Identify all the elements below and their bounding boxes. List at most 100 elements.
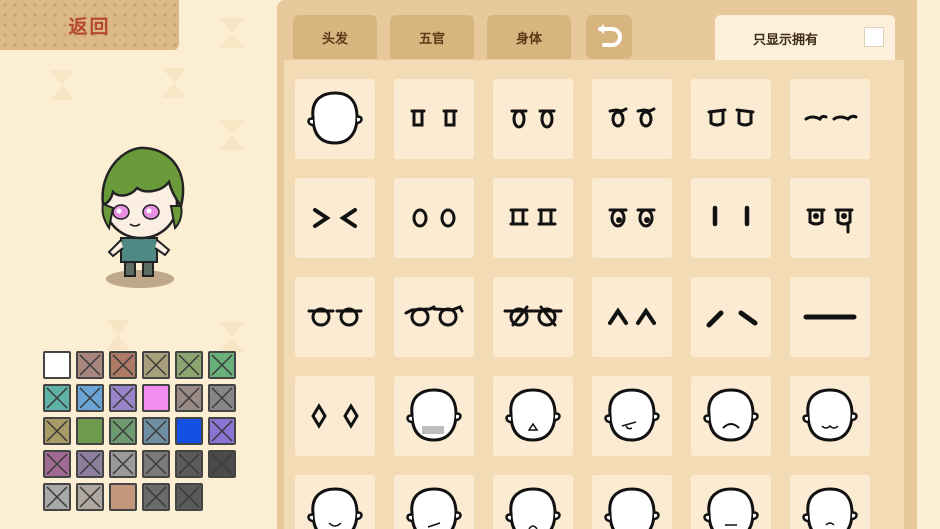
color-swatch[interactable]	[76, 384, 104, 412]
color-swatch[interactable]	[175, 417, 203, 445]
tab-facial-features[interactable]: 五官	[390, 15, 474, 59]
locked-cross-icon	[79, 486, 101, 508]
item-cell-face-cat-mouth[interactable]	[790, 376, 870, 456]
item-cell-eyes-shine[interactable]	[592, 178, 672, 258]
item-cell-eyes-angry[interactable]	[691, 277, 771, 357]
locked-cross-icon	[178, 387, 200, 409]
owned-only-checkbox[interactable]	[864, 27, 884, 47]
tab-hair[interactable]: 头发	[293, 15, 377, 59]
owned-only-filter: 只显示拥有	[715, 15, 895, 60]
color-swatch[interactable]	[76, 450, 104, 478]
item-cell-face-mouth-small[interactable]	[493, 376, 573, 456]
color-swatch[interactable]	[175, 384, 203, 412]
color-swatch[interactable]	[208, 384, 236, 412]
locked-cross-icon	[211, 453, 233, 475]
color-swatch[interactable]	[109, 351, 137, 379]
color-swatch[interactable]	[142, 384, 170, 412]
locked-cross-icon	[46, 453, 68, 475]
face-row5-3-icon	[505, 487, 561, 529]
face-bandage-icon	[406, 388, 462, 442]
item-cell-eyes-diamond[interactable]	[295, 376, 375, 456]
color-swatch[interactable]	[76, 351, 104, 379]
item-cell-face-row5-2[interactable]	[394, 475, 474, 529]
locked-cross-icon	[46, 420, 68, 442]
item-cell-eyes-round[interactable]	[493, 79, 573, 159]
locked-cross-icon	[79, 453, 101, 475]
color-swatch[interactable]	[208, 450, 236, 478]
locked-cross-icon	[178, 453, 200, 475]
hourglass-decoration-icon	[220, 322, 244, 352]
item-cell-eyes-tear[interactable]	[790, 178, 870, 258]
locked-cross-icon	[112, 354, 134, 376]
item-cell-eyes-wide-lashes[interactable]	[394, 277, 474, 357]
color-swatch[interactable]	[43, 417, 71, 445]
item-cell-eyes-wide[interactable]	[295, 277, 375, 357]
item-cell-face-bandage[interactable]	[394, 376, 474, 456]
color-swatch[interactable]	[142, 483, 170, 511]
eyes-sleepy-icon	[804, 114, 858, 122]
locked-cross-icon	[145, 486, 167, 508]
face-row5-4-icon	[604, 487, 660, 529]
item-cell-eyes-square[interactable]	[493, 178, 573, 258]
item-cell-face-row5-5[interactable]	[691, 475, 771, 529]
item-cell-eyes-lashes[interactable]	[592, 79, 672, 159]
locked-cross-icon	[112, 453, 134, 475]
locked-cross-icon	[145, 420, 167, 442]
item-cell-eyes-squint[interactable]	[295, 178, 375, 258]
item-cell-eyes-tall[interactable]	[394, 79, 474, 159]
color-swatch[interactable]	[208, 417, 236, 445]
undo-button[interactable]	[586, 15, 632, 59]
color-swatch[interactable]	[109, 384, 137, 412]
hourglass-decoration-icon	[50, 70, 74, 100]
back-button[interactable]: 返回	[0, 0, 179, 50]
eyes-cross-icon	[503, 305, 563, 327]
item-cell-face-tongue[interactable]	[592, 376, 672, 456]
locked-cross-icon	[178, 486, 200, 508]
locked-cross-icon	[211, 354, 233, 376]
hourglass-decoration-icon	[106, 320, 130, 350]
color-swatch[interactable]	[43, 351, 71, 379]
item-cell-face-blank[interactable]	[295, 79, 375, 159]
category-tabs: 头发 五官 身体 只显示拥有	[277, 0, 917, 60]
color-swatch[interactable]	[142, 417, 170, 445]
locked-cross-icon	[145, 453, 167, 475]
item-cell-eyes-lashes-2[interactable]	[691, 79, 771, 159]
item-cell-eyes-lines[interactable]	[691, 178, 771, 258]
color-swatch[interactable]	[208, 351, 236, 379]
locked-cross-icon	[46, 387, 68, 409]
hourglass-decoration-icon	[162, 68, 186, 98]
color-swatch[interactable]	[43, 450, 71, 478]
face-tongue-icon	[604, 388, 660, 442]
color-swatch[interactable]	[43, 384, 71, 412]
item-cell-eyes-sleepy[interactable]	[790, 79, 870, 159]
tab-body[interactable]: 身体	[487, 15, 571, 59]
color-swatch[interactable]	[109, 450, 137, 478]
item-cell-eyes-cross[interactable]	[493, 277, 573, 357]
hourglass-decoration-icon	[220, 18, 244, 48]
color-swatch[interactable]	[175, 351, 203, 379]
color-swatch[interactable]	[43, 483, 71, 511]
face-blank-icon	[307, 91, 363, 145]
eyes-diamond-icon	[311, 403, 359, 429]
color-swatch[interactable]	[175, 450, 203, 478]
item-cell-eyes-happy[interactable]	[592, 277, 672, 357]
face-row5-5-icon	[703, 487, 759, 529]
item-cell-face-row5-3[interactable]	[493, 475, 573, 529]
item-cell-face-row5-4[interactable]	[592, 475, 672, 529]
hourglass-decoration-icon	[220, 120, 244, 150]
item-cell-face-frown[interactable]	[691, 376, 771, 456]
item-cell-eyes-line[interactable]	[790, 277, 870, 357]
item-cell-face-row5-1[interactable]	[295, 475, 375, 529]
item-cell-face-row5-6[interactable]	[790, 475, 870, 529]
color-swatch[interactable]	[142, 450, 170, 478]
eyes-square-icon	[509, 208, 557, 226]
locked-cross-icon	[79, 354, 101, 376]
color-swatch[interactable]	[109, 417, 137, 445]
item-cell-eyes-oval[interactable]	[394, 178, 474, 258]
locked-cross-icon	[112, 387, 134, 409]
color-swatch[interactable]	[76, 417, 104, 445]
color-swatch[interactable]	[109, 483, 137, 511]
color-swatch[interactable]	[142, 351, 170, 379]
color-swatch[interactable]	[76, 483, 104, 511]
color-swatch[interactable]	[175, 483, 203, 511]
